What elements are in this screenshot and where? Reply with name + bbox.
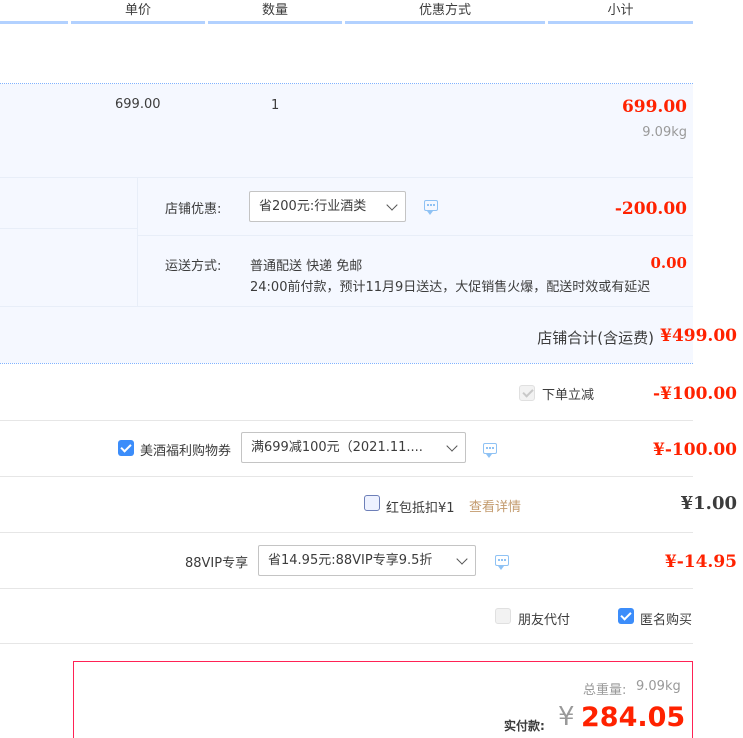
subtotal-header-label: 小计 [607, 3, 634, 18]
coupon-select[interactable]: 满699减100元（2021.11.... [241, 432, 466, 463]
friend-pay-checkbox [495, 608, 511, 624]
vip-select-value: 省14.95元:88VIP专享9.5折 [268, 553, 433, 568]
red-packet-label: 红包抵扣¥1 [386, 501, 455, 516]
order-reduce-amount: -¥100.00 [653, 384, 737, 404]
divider [0, 588, 693, 589]
item-quantity: 1 [271, 98, 280, 113]
pay-label: 实付款: [504, 719, 545, 733]
item-unit-price: 699.00 [115, 97, 161, 112]
shop-options-left-divider [0, 228, 137, 229]
shop-total-bottom-divider [0, 363, 693, 364]
item-weight: 9.09kg [642, 125, 687, 140]
coupon-amount: ¥-100.00 [653, 440, 737, 460]
shop-total-label: 店铺合计(含运费) [537, 329, 654, 347]
shop-discount-select[interactable]: 省200元:行业酒类 [249, 191, 406, 222]
friend-pay-label: 朋友代付 [518, 613, 571, 628]
divider [0, 532, 693, 533]
vip-select[interactable]: 省14.95元:88VIP专享9.5折 [258, 545, 476, 576]
shop-discount-label: 店铺优惠: [165, 202, 222, 217]
shipping-amount: 0.00 [650, 254, 687, 272]
coupon-select-value: 满699减100元（2021.11.... [251, 440, 423, 455]
shipping-method: 普通配送 快递 免邮 [250, 259, 363, 274]
anonymous-checkbox[interactable] [618, 608, 634, 624]
chevron-down-icon [446, 440, 458, 452]
unit-price-header-label: 单价 [124, 3, 151, 18]
red-packet-details-link[interactable]: 查看详情 [469, 496, 521, 515]
message-icon[interactable] [483, 443, 497, 458]
col-subtotal: 小计 [548, 0, 693, 24]
pay-currency: ¥ [558, 702, 575, 732]
shop-discount-amount: -200.00 [614, 199, 687, 219]
item-row [0, 84, 693, 177]
anonymous-label: 匿名购买 [640, 613, 693, 628]
message-icon[interactable] [495, 555, 509, 570]
shipping-note: 24:00前付款，预计11月9日送达，大促销售火爆，配送时效或有延迟 [250, 280, 651, 295]
divider [0, 643, 693, 644]
order-reduce-label: 下单立减 [542, 388, 595, 403]
shipping-label: 运送方式: [165, 259, 222, 274]
vip-label: 88VIP专享 [185, 556, 249, 571]
vip-amount: ¥-14.95 [664, 552, 737, 572]
order-reduce-checkbox [519, 385, 535, 401]
coupon-checkbox[interactable] [118, 440, 134, 456]
shop-options-vdivider [137, 177, 138, 306]
red-packet-amount: ¥1.00 [680, 493, 737, 514]
discount-method-header-label: 优惠方式 [418, 3, 471, 18]
divider [0, 476, 693, 477]
col-quantity: 数量 [208, 0, 342, 24]
quantity-header-label: 数量 [261, 3, 288, 18]
red-packet-checkbox[interactable] [364, 495, 380, 511]
shop-discount-select-value: 省200元:行业酒类 [259, 199, 367, 214]
coupon-label: 美酒福利购物券 [140, 444, 232, 459]
shop-total-amount: ¥499.00 [660, 326, 737, 346]
message-icon[interactable] [424, 200, 438, 215]
shop-options-mid-divider [137, 235, 693, 236]
total-weight: 9.09kg [636, 679, 681, 694]
pay-amount: 284.05 [581, 702, 686, 733]
divider [0, 420, 693, 421]
chevron-down-icon [386, 199, 398, 211]
col-unit-price: 单价 [71, 0, 205, 24]
chevron-down-icon [456, 553, 468, 565]
item-subtotal: 699.00 [621, 97, 687, 117]
col-unit-price-header [0, 0, 68, 24]
col-discount-method: 优惠方式 [345, 0, 545, 24]
total-weight-label: 总重量: [583, 683, 627, 698]
